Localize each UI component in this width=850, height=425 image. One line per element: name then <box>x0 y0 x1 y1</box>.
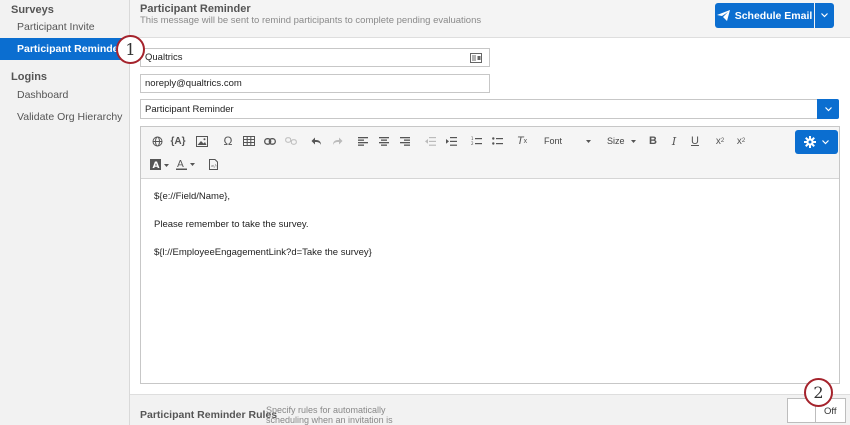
sidebar-item-dashboard[interactable]: Dashboard <box>0 84 130 106</box>
source-code-icon[interactable]: </> <box>204 156 222 172</box>
caret-down-icon[interactable] <box>629 133 637 149</box>
chevron-down-icon <box>824 106 832 111</box>
page-header: Participant Reminder This message will b… <box>130 0 850 38</box>
message-editor[interactable]: {A} Ω 1 2 T x Font Size B I U x 2 x 2 A … <box>140 126 840 384</box>
editor-options-button[interactable] <box>795 130 838 154</box>
from-name-value: Qualtrics <box>145 52 183 63</box>
chevron-down-icon <box>822 139 829 144</box>
contact-card-icon[interactable] <box>470 53 482 63</box>
sidebar-item-participant-reminder[interactable]: Participant Reminder <box>0 38 130 60</box>
unlink-icon <box>282 133 300 149</box>
editor-toolbar: {A} Ω 1 2 T x Font Size B I U x 2 x 2 A … <box>141 127 839 179</box>
sidebar: Surveys Participant Invite Participant R… <box>0 0 130 425</box>
undo-icon[interactable] <box>307 133 325 149</box>
schedule-email-button[interactable]: Schedule Email <box>715 3 814 28</box>
caret-down-icon[interactable] <box>584 133 592 149</box>
outdent-icon <box>421 133 439 149</box>
page-subtitle: This message will be sent to remind part… <box>140 15 482 26</box>
callout-badge-2: 2 <box>804 378 833 407</box>
message-line: ${l://EmployeeEngagementLink?d=Take the … <box>154 247 372 258</box>
reminder-rules-bar: Participant Reminder Rules Specify rules… <box>130 394 850 425</box>
message-line: ${e://Field/Name}, <box>154 191 231 202</box>
background-color-icon[interactable]: A <box>148 156 172 172</box>
message-select-value: Participant Reminder <box>145 103 234 115</box>
size-dropdown[interactable]: Size <box>607 136 625 146</box>
omega-icon[interactable]: Ω <box>219 133 237 149</box>
align-right-icon[interactable] <box>396 133 414 149</box>
from-email-value: noreply@qualtrics.com <box>145 78 242 89</box>
align-left-icon[interactable] <box>354 133 372 149</box>
schedule-email-label: Schedule Email <box>734 9 813 22</box>
sidebar-section-logins: Logins <box>11 71 48 83</box>
piped-text-icon[interactable]: {A} <box>169 133 187 149</box>
clear-formatting-icon[interactable]: Tx <box>513 133 531 149</box>
schedule-options-dropdown[interactable] <box>815 3 834 28</box>
gear-icon <box>804 136 816 148</box>
subscript-icon[interactable]: x2 <box>711 133 729 149</box>
underline-icon[interactable]: U <box>686 133 704 149</box>
indent-icon[interactable] <box>442 133 460 149</box>
align-center-icon[interactable] <box>375 133 393 149</box>
message-select[interactable]: Participant Reminder <box>140 99 818 119</box>
reminder-rules-description: Specify rules for automatically scheduli… <box>266 405 393 425</box>
svg-text:A: A <box>153 161 160 170</box>
text-color-icon[interactable]: A <box>174 156 198 172</box>
from-name-input[interactable]: Qualtrics <box>140 48 490 67</box>
bullet-list-icon[interactable] <box>488 133 506 149</box>
numbered-list-icon[interactable]: 12 <box>467 133 485 149</box>
chevron-down-icon <box>821 13 828 18</box>
message-select-caret[interactable] <box>817 99 839 119</box>
font-dropdown[interactable]: Font <box>544 136 562 146</box>
italic-icon[interactable]: I <box>665 133 683 149</box>
paper-plane-icon <box>716 10 730 21</box>
redo-icon <box>328 133 346 149</box>
toggle-label: Off <box>824 406 837 417</box>
globe-icon[interactable] <box>148 133 166 149</box>
reminder-rules-title: Participant Reminder Rules <box>140 409 278 421</box>
message-line: Please remember to take the survey. <box>154 219 309 230</box>
image-icon[interactable] <box>193 133 211 149</box>
svg-text:</>: </> <box>210 163 217 169</box>
link-icon[interactable] <box>261 133 279 149</box>
svg-text:2: 2 <box>471 141 474 146</box>
svg-text:A: A <box>177 159 184 170</box>
callout-badge-1: 1 <box>116 35 145 64</box>
table-icon[interactable] <box>240 133 258 149</box>
sidebar-section-surveys: Surveys <box>11 4 54 16</box>
page-title: Participant Reminder <box>140 3 251 15</box>
sidebar-item-participant-invite[interactable]: Participant Invite <box>0 16 130 38</box>
bold-icon[interactable]: B <box>644 133 662 149</box>
sidebar-item-validate-org-hierarchy[interactable]: Validate Org Hierarchy <box>0 106 130 128</box>
superscript-icon[interactable]: x2 <box>732 133 750 149</box>
from-email-input[interactable]: noreply@qualtrics.com <box>140 74 490 93</box>
message-body[interactable]: ${e://Field/Name}, Please remember to ta… <box>154 191 372 275</box>
